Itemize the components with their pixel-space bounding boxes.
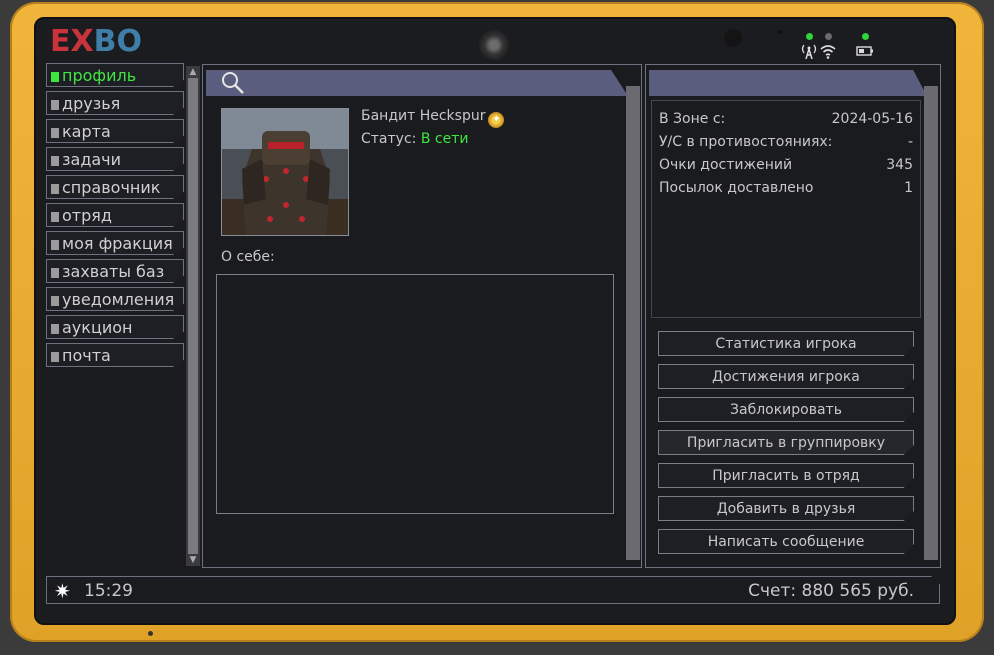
bullet-icon xyxy=(51,72,59,82)
add-friend-button[interactable]: Добавить в друзья xyxy=(658,496,914,521)
bullet-icon xyxy=(51,352,59,362)
profile-header-bar xyxy=(206,70,628,96)
battery-icon xyxy=(856,45,874,60)
stat-row: Посылок доставлено 1 xyxy=(659,179,913,197)
stat-value: - xyxy=(907,134,913,150)
sidebar-item-label: моя фракция xyxy=(62,234,173,253)
stat-label: Очки достижений xyxy=(659,157,793,173)
stat-row: У/С в противостояниях: - xyxy=(659,133,913,151)
balance: Счет: 880 565 руб. xyxy=(748,581,914,601)
sidebar-item-label: аукцион xyxy=(62,318,133,337)
sidebar-item-auction[interactable]: аукцион xyxy=(46,315,184,339)
stat-value: 345 xyxy=(886,157,913,173)
block-button[interactable]: Заблокировать xyxy=(658,397,914,422)
sidebar-item-label: карта xyxy=(62,122,111,141)
bullet-icon xyxy=(51,296,59,306)
player-name-text: Бандит Heckspur xyxy=(361,108,486,124)
status-label: Статус: xyxy=(361,131,417,147)
sun-icon: ✷ xyxy=(54,579,71,603)
invite-to-faction-button[interactable]: Пригласить в группировку xyxy=(658,430,914,455)
stats-header-bar xyxy=(649,70,927,96)
search-icon[interactable] xyxy=(220,70,246,96)
sidebar-item-label: друзья xyxy=(62,94,121,113)
device-dot-icon xyxy=(148,631,153,636)
wifi-led-icon xyxy=(825,33,832,40)
about-text-box[interactable] xyxy=(216,274,614,514)
sidebar-item-label: захваты баз xyxy=(62,262,165,281)
stat-value: 1 xyxy=(904,180,913,196)
stats-scrollbar[interactable] xyxy=(924,86,938,560)
bullet-icon xyxy=(51,100,59,110)
sensor-icon xyxy=(724,29,742,47)
sidebar-scrollbar[interactable]: ▲ ▼ xyxy=(186,66,200,566)
antenna-icon xyxy=(800,43,818,62)
camera-lens-icon xyxy=(479,30,509,60)
sidebar-item-label: отряд xyxy=(62,206,112,225)
sidebar-scroll-thumb[interactable] xyxy=(188,78,198,554)
rank-badge-icon: ✦ xyxy=(488,112,505,128)
stat-value: 2024-05-16 xyxy=(831,111,913,127)
sidebar-item-faction[interactable]: моя фракция xyxy=(46,231,184,255)
stat-label: У/С в противостояниях: xyxy=(659,134,833,150)
about-label: О себе: xyxy=(221,249,275,265)
bullet-icon xyxy=(51,156,59,166)
player-avatar xyxy=(221,108,349,236)
clock: 15:29 xyxy=(84,581,133,601)
sidebar-item-label: профиль xyxy=(62,66,137,85)
sidebar-item-reference[interactable]: справочник xyxy=(46,175,184,199)
stat-row: Очки достижений 345 xyxy=(659,156,913,174)
scroll-up-icon[interactable]: ▲ xyxy=(188,67,198,77)
sidebar-item-notifications[interactable]: уведомления xyxy=(46,287,184,311)
sidebar-item-squad[interactable]: отряд xyxy=(46,203,184,227)
bullet-icon xyxy=(51,184,59,194)
sidebar-item-map[interactable]: карта xyxy=(46,119,184,143)
wifi-icon xyxy=(819,43,837,62)
send-message-button[interactable]: Написать сообщение xyxy=(658,529,914,554)
sidebar-item-mail[interactable]: почта xyxy=(46,343,184,367)
profile-scrollbar[interactable] xyxy=(626,86,640,560)
invite-to-squad-button[interactable]: Пригласить в отряд xyxy=(658,463,914,488)
player-name: Бандит Heckspur ✦ xyxy=(361,108,505,128)
sensor-dot-icon xyxy=(778,30,782,34)
signal-led-icon xyxy=(806,33,813,40)
player-stats-button[interactable]: Статистика игрока xyxy=(658,331,914,356)
sidebar-item-profile[interactable]: профиль xyxy=(46,63,184,87)
status-value: В сети xyxy=(420,131,469,147)
stat-row: В Зоне с: 2024-05-16 xyxy=(659,110,913,128)
stat-label: Посылок доставлено xyxy=(659,180,814,196)
stat-label: В Зоне с: xyxy=(659,111,726,127)
player-achievements-button[interactable]: Достижения игрока xyxy=(658,364,914,389)
sidebar-item-tasks[interactable]: задачи xyxy=(46,147,184,171)
bullet-icon xyxy=(51,212,59,222)
player-status: Статус: В сети xyxy=(361,131,468,147)
bullet-icon xyxy=(51,128,59,138)
sidebar-item-base-captures[interactable]: захваты баз xyxy=(46,259,184,283)
scroll-down-icon[interactable]: ▼ xyxy=(188,555,198,565)
sidebar-item-label: уведомления xyxy=(62,290,175,309)
sidebar-item-label: почта xyxy=(62,346,111,365)
bullet-icon xyxy=(51,268,59,278)
sidebar-item-label: задачи xyxy=(62,150,122,169)
bullet-icon xyxy=(51,324,59,334)
battery-led-icon xyxy=(862,33,869,40)
sidebar-item-friends[interactable]: друзья xyxy=(46,91,184,115)
exbo-logo: EXBO xyxy=(50,24,142,59)
sidebar-item-label: справочник xyxy=(62,178,161,197)
bullet-icon xyxy=(51,240,59,250)
